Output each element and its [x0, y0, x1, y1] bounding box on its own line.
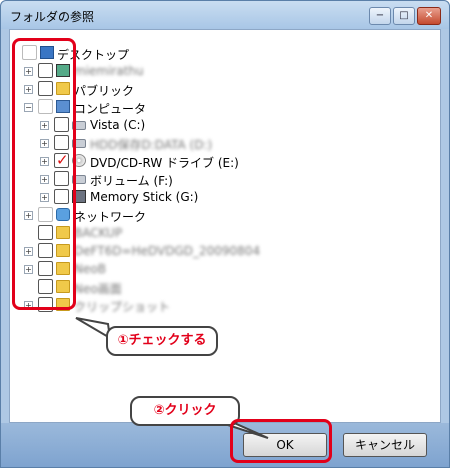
tree-item-label: ネットワーク	[74, 210, 147, 224]
tree-item-label: パブリック	[74, 84, 135, 98]
tree-item-label: Memory Stick (G:)	[90, 190, 199, 204]
ok-highlight-box	[230, 419, 332, 463]
cancel-button[interactable]: キャンセル	[343, 433, 427, 457]
dialog-title: フォルダの参照	[10, 10, 95, 24]
tree-item-label: ボリューム (F:)	[90, 174, 173, 188]
check-callout: ①チェックする	[106, 326, 218, 356]
tree-item-label: NeoB	[74, 262, 106, 276]
tree-item-label: クリップショット	[74, 300, 171, 314]
tree-item-label: Vista (C:)	[90, 118, 146, 132]
maximize-button[interactable]: □	[393, 7, 415, 25]
tree-item-label: DVD/CD-RW ドライブ (E:)	[90, 156, 239, 170]
minimize-button[interactable]: −	[369, 7, 391, 25]
tree-item-label: miemirathu	[74, 64, 144, 78]
checkbox-highlight-box	[12, 38, 76, 310]
tree-item-label: コンピュータ	[74, 102, 147, 116]
close-button[interactable]: ✕	[417, 7, 441, 25]
tree-item-label: HDD保存D:DATA (D:)	[90, 138, 213, 152]
title-bar[interactable]: フォルダの参照 − □ ✕	[1, 1, 449, 29]
click-callout: ②クリック	[130, 396, 240, 426]
dialog-footer: OK キャンセル	[1, 423, 449, 467]
tree-item-label: DeFT6D=HeDVDGD_20090804	[74, 244, 261, 258]
tree-item-label: BACKUP	[74, 226, 123, 240]
tree-item-label: Neo画面	[74, 282, 122, 296]
